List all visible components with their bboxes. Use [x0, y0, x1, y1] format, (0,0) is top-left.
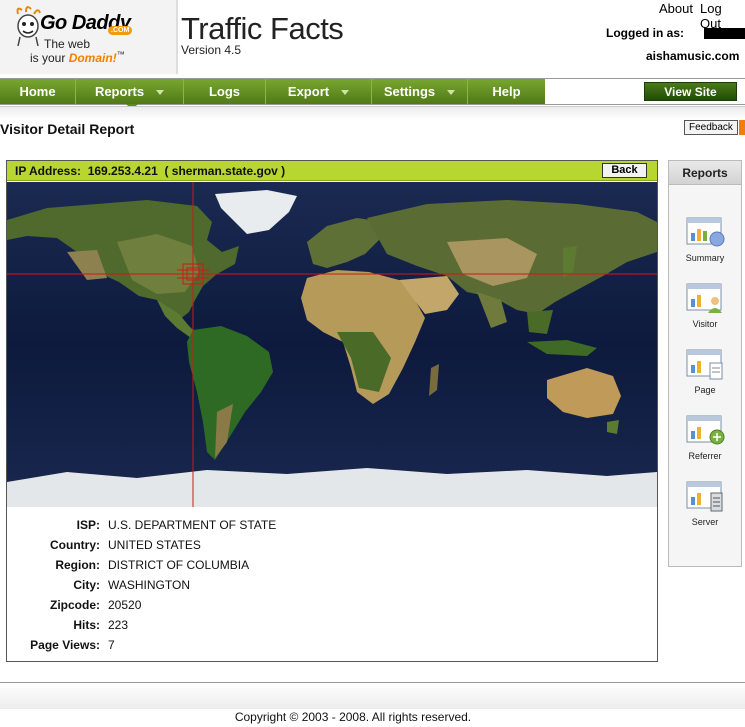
detail-value: U.S. DEPARTMENT OF STATE — [108, 518, 277, 532]
ip-address-text: IP Address: 169.253.4.21 ( sherman.state… — [15, 164, 286, 178]
detail-label: Hits: — [73, 618, 100, 632]
about-link[interactable]: About — [659, 1, 693, 16]
sidebar-item-label: Visitor — [692, 319, 718, 329]
ip-address-bar: IP Address: 169.253.4.21 ( sherman.state… — [7, 161, 657, 181]
detail-row-city: City: WASHINGTON — [7, 578, 657, 598]
site-name: aishamusic.com — [646, 49, 740, 63]
detail-label: City: — [73, 578, 100, 592]
detail-value: UNITED STATES — [108, 538, 201, 552]
nav-settings[interactable]: Settings — [372, 79, 468, 104]
referrer-report-icon — [686, 415, 725, 445]
detail-label: Zipcode: — [50, 598, 100, 612]
detail-label: Country: — [50, 538, 100, 552]
visitor-detail-panel: IP Address: 169.253.4.21 ( sherman.state… — [6, 160, 658, 662]
footer-band — [0, 683, 745, 709]
sidebar-item-summary[interactable]: Summary — [669, 217, 741, 277]
header: Go Daddy .COM The web is your Domain!™ T… — [0, 0, 745, 78]
detail-value: WASHINGTON — [108, 578, 191, 592]
nav-help[interactable]: Help — [468, 79, 545, 104]
summary-report-icon — [686, 217, 725, 247]
detail-value: 7 — [108, 638, 115, 652]
logo-tagline-line2: is your Domain!™ — [30, 50, 125, 65]
copyright-text: Copyright © 2003 - 2008. All rights rese… — [234, 710, 472, 724]
sidebar-item-server[interactable]: Server — [669, 481, 741, 541]
detail-label: Page Views: — [30, 638, 100, 652]
nav-bar-green: Home Reports Logs Export Settings Help — [0, 79, 545, 104]
godaddy-mascot-icon — [16, 6, 41, 47]
sidebar-item-page[interactable]: Page — [669, 349, 741, 409]
logo-com-badge: .COM — [108, 26, 133, 35]
detail-value: 20520 — [108, 598, 142, 612]
detail-row-isp: ISP: U.S. DEPARTMENT OF STATE — [7, 518, 657, 538]
sidebar-item-visitor[interactable]: Visitor — [669, 283, 741, 343]
nav-reports[interactable]: Reports — [76, 79, 184, 104]
app-title: Traffic Facts — [181, 11, 344, 46]
detail-row-region: Region: DISTRICT OF COLUMBIA — [7, 558, 657, 578]
sidebar-item-label: Page — [694, 385, 716, 395]
detail-label: ISP: — [76, 518, 100, 532]
view-site-button[interactable]: View Site — [644, 82, 737, 101]
chevron-down-icon — [156, 90, 165, 96]
chevron-down-icon — [447, 90, 456, 96]
feedback-button[interactable]: Feedback — [684, 120, 738, 135]
detail-value: 223 — [108, 618, 129, 632]
nav-logs[interactable]: Logs — [184, 79, 266, 104]
detail-row-country: Country: UNITED STATES — [7, 538, 657, 558]
redacted-username — [704, 28, 745, 39]
sidebar-item-label: Server — [691, 517, 719, 527]
page-title: Visitor Detail Report — [0, 121, 135, 137]
page-title-strip: Visitor Detail Report Feedback — [0, 106, 745, 150]
logout-link[interactable]: Log Out — [700, 1, 745, 31]
back-button[interactable]: Back — [602, 163, 647, 178]
sidebar-item-label: Referrer — [688, 451, 722, 461]
app-version: Version 4.5 — [181, 43, 242, 57]
nav-home[interactable]: Home — [0, 79, 76, 104]
sidebar-item-label: Summary — [685, 253, 725, 263]
visitor-report-icon — [686, 283, 722, 313]
main-nav: Home Reports Logs Export Settings Help V… — [0, 78, 745, 110]
sidebar-item-referrer[interactable]: Referrer — [669, 415, 741, 475]
chevron-down-icon — [341, 90, 350, 96]
logo-tagline-line1: The web — [44, 37, 91, 51]
world-map — [7, 182, 657, 507]
detail-value: DISTRICT OF COLUMBIA — [108, 558, 250, 572]
nav-export[interactable]: Export — [266, 79, 372, 104]
detail-row-page-views: Page Views: 7 — [7, 638, 657, 658]
detail-row-hits: Hits: 223 — [7, 618, 657, 638]
godaddy-logo[interactable]: Go Daddy .COM The web is your Domain!™ — [0, 0, 178, 74]
reports-sidebar: Reports Summary Visitor Page Referrer Se… — [668, 160, 742, 567]
sidebar-title: Reports — [669, 161, 741, 185]
server-report-icon — [686, 481, 723, 512]
world-map-image — [7, 182, 657, 507]
page-report-icon — [686, 349, 723, 380]
detail-row-zipcode: Zipcode: 20520 — [7, 598, 657, 618]
feedback-tab[interactable] — [739, 120, 745, 135]
detail-label: Region: — [55, 558, 100, 572]
logged-in-label: Logged in as: — [606, 26, 684, 40]
